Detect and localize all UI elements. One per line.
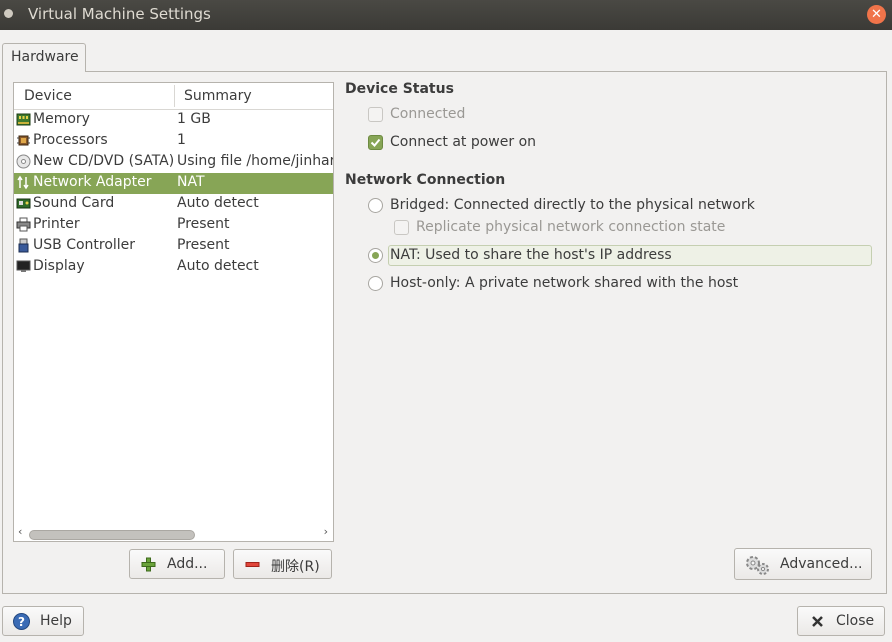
close-button[interactable]: Close (797, 606, 885, 636)
add-device-button[interactable]: Add... (129, 549, 225, 579)
memory-icon (16, 113, 31, 126)
close-button-label: Close (836, 613, 875, 629)
device-summary: Auto detect (177, 258, 259, 274)
replicate-state-label: Replicate physical network connection st… (416, 219, 726, 235)
printer-icon (16, 217, 31, 232)
device-summary: 1 (177, 132, 186, 148)
add-button-label: Add... (167, 556, 208, 572)
column-header-device[interactable]: Device (24, 88, 72, 104)
minus-icon (245, 562, 260, 567)
sound-card-icon (16, 198, 31, 209)
network-adapter-icon (17, 175, 29, 190)
connected-checkbox[interactable] (368, 107, 383, 122)
connected-label: Connected (390, 106, 466, 122)
device-name: Processors (33, 132, 108, 148)
help-button[interactable]: ? Help (2, 606, 84, 636)
advanced-button-label: Advanced... (780, 556, 863, 572)
bridged-radio[interactable] (368, 198, 383, 213)
column-separator (174, 85, 175, 107)
device-row-display[interactable]: Display Auto detect (14, 257, 333, 278)
usb-icon (18, 238, 29, 253)
device-row-cd-dvd[interactable]: New CD/DVD (SATA) Using file /home/jinha… (14, 152, 333, 173)
column-header-summary[interactable]: Summary (184, 88, 252, 104)
connect-at-power-on-label: Connect at power on (390, 134, 537, 150)
device-name: Printer (33, 216, 80, 232)
host-only-radio[interactable] (368, 276, 383, 291)
svg-text:?: ? (18, 615, 25, 629)
device-summary: NAT (177, 174, 205, 190)
device-name: Memory (33, 111, 90, 127)
device-name: USB Controller (33, 237, 136, 253)
processor-icon (17, 135, 30, 146)
device-row-processors[interactable]: Processors 1 (14, 131, 333, 152)
close-icon (812, 616, 823, 627)
device-summary: Auto detect (177, 195, 259, 211)
gears-icon (746, 556, 769, 575)
window-close-icon[interactable]: ✕ (867, 5, 886, 24)
checkmark-icon (370, 138, 381, 147)
device-row-usb-controller[interactable]: USB Controller Present (14, 236, 333, 257)
device-summary: Present (177, 237, 230, 253)
device-name: Network Adapter (33, 174, 152, 190)
device-name: New CD/DVD (SATA) (33, 153, 175, 169)
scrollbar-thumb[interactable] (29, 530, 195, 540)
remove-button-label: 删除(R) (271, 559, 320, 575)
plus-icon (141, 557, 156, 572)
help-button-label: Help (40, 613, 72, 629)
device-summary: Present (177, 216, 230, 232)
advanced-button[interactable]: Advanced... (734, 548, 872, 580)
nat-label: NAT: Used to share the host's IP address (390, 247, 672, 263)
scroll-right-icon[interactable]: › (324, 525, 328, 538)
device-status-heading: Device Status (345, 81, 454, 97)
device-list-header: Device Summary (14, 83, 333, 110)
scroll-left-icon[interactable]: ‹ (18, 525, 22, 538)
device-list[interactable]: Device Summary Memory 1 GB Processors 1 … (13, 82, 334, 542)
display-icon (16, 260, 31, 272)
replicate-state-checkbox[interactable] (394, 220, 409, 235)
device-row-sound-card[interactable]: Sound Card Auto detect (14, 194, 333, 215)
tab-hardware[interactable]: Hardware (2, 43, 86, 72)
device-summary: 1 GB (177, 111, 211, 127)
cd-dvd-icon (16, 154, 31, 169)
bridged-label: Bridged: Connected directly to the physi… (390, 197, 755, 213)
device-name: Sound Card (33, 195, 115, 211)
device-row-printer[interactable]: Printer Present (14, 215, 333, 236)
connect-at-power-on-checkbox[interactable] (368, 135, 383, 150)
tab-hardware-label: Hardware (11, 49, 79, 65)
device-summary: Using file /home/jinhar (177, 153, 333, 169)
device-name: Display (33, 258, 85, 274)
window-title: Virtual Machine Settings (28, 5, 211, 23)
title-bar: Virtual Machine Settings ✕ (0, 0, 892, 30)
device-row-network-adapter[interactable]: Network Adapter NAT (14, 173, 333, 194)
remove-device-button[interactable]: 删除(R) (233, 549, 332, 579)
window-menu-icon[interactable] (4, 9, 13, 18)
device-row-memory[interactable]: Memory 1 GB (14, 110, 333, 131)
horizontal-scrollbar[interactable]: ‹ › (15, 525, 332, 540)
help-icon: ? (13, 613, 30, 630)
nat-radio[interactable] (368, 248, 383, 263)
network-connection-heading: Network Connection (345, 172, 506, 188)
host-only-label: Host-only: A private network shared with… (390, 275, 739, 291)
